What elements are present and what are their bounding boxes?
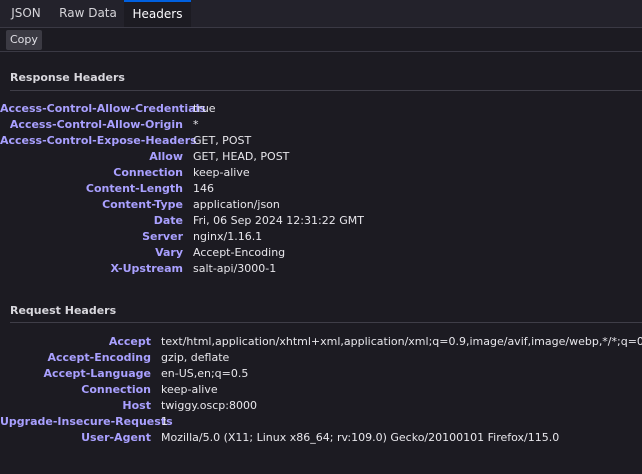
request-header-row: Connection keep-alive [0, 382, 642, 398]
header-value[interactable]: Fri, 06 Sep 2024 12:31:22 GMT [193, 213, 364, 229]
response-header-row: Access-Control-Allow-Origin * [0, 117, 642, 133]
response-header-row: Content-Type application/json [0, 197, 642, 213]
header-name: Allow [149, 150, 183, 163]
header-name: Server [142, 230, 183, 243]
header-name: User-Agent [81, 431, 151, 444]
request-header-row: Host twiggy.oscp:8000 [0, 398, 642, 414]
header-value[interactable]: true [193, 101, 216, 117]
request-header-row: Accept text/html,application/xhtml+xml,ap… [0, 334, 642, 350]
toolbar: Copy [0, 28, 642, 52]
response-headers-title: Response Headers [10, 71, 125, 84]
header-value[interactable]: en-US,en;q=0.5 [161, 366, 248, 382]
header-name: Upgrade-Insecure-Requests [0, 415, 173, 428]
request-header-row: Accept-Language en-US,en;q=0.5 [0, 366, 642, 382]
header-value[interactable]: 1 [161, 414, 168, 430]
header-name: Content-Length [85, 182, 183, 195]
header-name: Accept-Language [43, 367, 151, 380]
response-header-row: X-Upstream salt-api/3000-1 [0, 261, 642, 277]
response-header-row: Content-Length 146 [0, 181, 642, 197]
header-name: Connection [113, 166, 183, 179]
response-header-row: Access-Control-Allow-Credentials true [0, 101, 642, 117]
header-name: Content-Type [102, 198, 183, 211]
header-name: Access-Control-Allow-Origin [9, 118, 183, 131]
response-header-row: Access-Control-Expose-Headers GET, POST [0, 133, 642, 149]
header-value[interactable]: keep-alive [193, 165, 250, 181]
request-header-row: Accept-Encoding gzip, deflate [0, 350, 642, 366]
response-headers-divider [10, 90, 642, 91]
header-value[interactable]: GET, POST [193, 133, 251, 149]
header-name: Host [122, 399, 151, 412]
header-value[interactable]: salt-api/3000-1 [193, 261, 276, 277]
header-value[interactable]: application/json [193, 197, 280, 213]
response-header-row: Connection keep-alive [0, 165, 642, 181]
header-value[interactable]: 146 [193, 181, 214, 197]
response-header-row: Allow GET, HEAD, POST [0, 149, 642, 165]
header-value[interactable]: gzip, deflate [161, 350, 229, 366]
header-value[interactable]: twiggy.oscp:8000 [161, 398, 257, 414]
tab-bar: JSON Raw Data Headers [0, 0, 642, 28]
header-name: Vary [155, 246, 183, 259]
header-name: Date [153, 214, 183, 227]
header-value[interactable]: keep-alive [161, 382, 218, 398]
header-name: Accept [108, 335, 151, 348]
tab-raw-data[interactable]: Raw Data [52, 0, 124, 27]
header-value[interactable]: nginx/1.16.1 [193, 229, 262, 245]
header-name: Access-Control-Expose-Headers [0, 134, 197, 147]
request-headers-title: Request Headers [10, 304, 117, 317]
header-name: X-Upstream [110, 262, 183, 275]
header-name: Access-Control-Allow-Credentials [0, 102, 206, 115]
tab-headers[interactable]: Headers [124, 0, 191, 27]
header-value[interactable]: Accept-Encoding [193, 245, 285, 261]
header-value[interactable]: GET, HEAD, POST [193, 149, 289, 165]
header-value[interactable]: Mozilla/5.0 (X11; Linux x86_64; rv:109.0… [161, 430, 559, 446]
header-name: Accept-Encoding [47, 351, 152, 364]
header-value[interactable]: * [193, 117, 199, 133]
tab-json[interactable]: JSON [0, 0, 52, 27]
response-header-row: Date Fri, 06 Sep 2024 12:31:22 GMT [0, 213, 642, 229]
copy-button[interactable]: Copy [6, 30, 42, 50]
header-name: Connection [81, 383, 151, 396]
response-header-row: Server nginx/1.16.1 [0, 229, 642, 245]
request-headers-divider [10, 322, 642, 323]
header-value[interactable]: text/html,application/xhtml+xml,applicat… [161, 334, 642, 350]
response-header-row: Vary Accept-Encoding [0, 245, 642, 261]
request-header-row: User-Agent Mozilla/5.0 (X11; Linux x86_64… [0, 430, 642, 446]
request-header-row: Upgrade-Insecure-Requests 1 [0, 414, 642, 430]
